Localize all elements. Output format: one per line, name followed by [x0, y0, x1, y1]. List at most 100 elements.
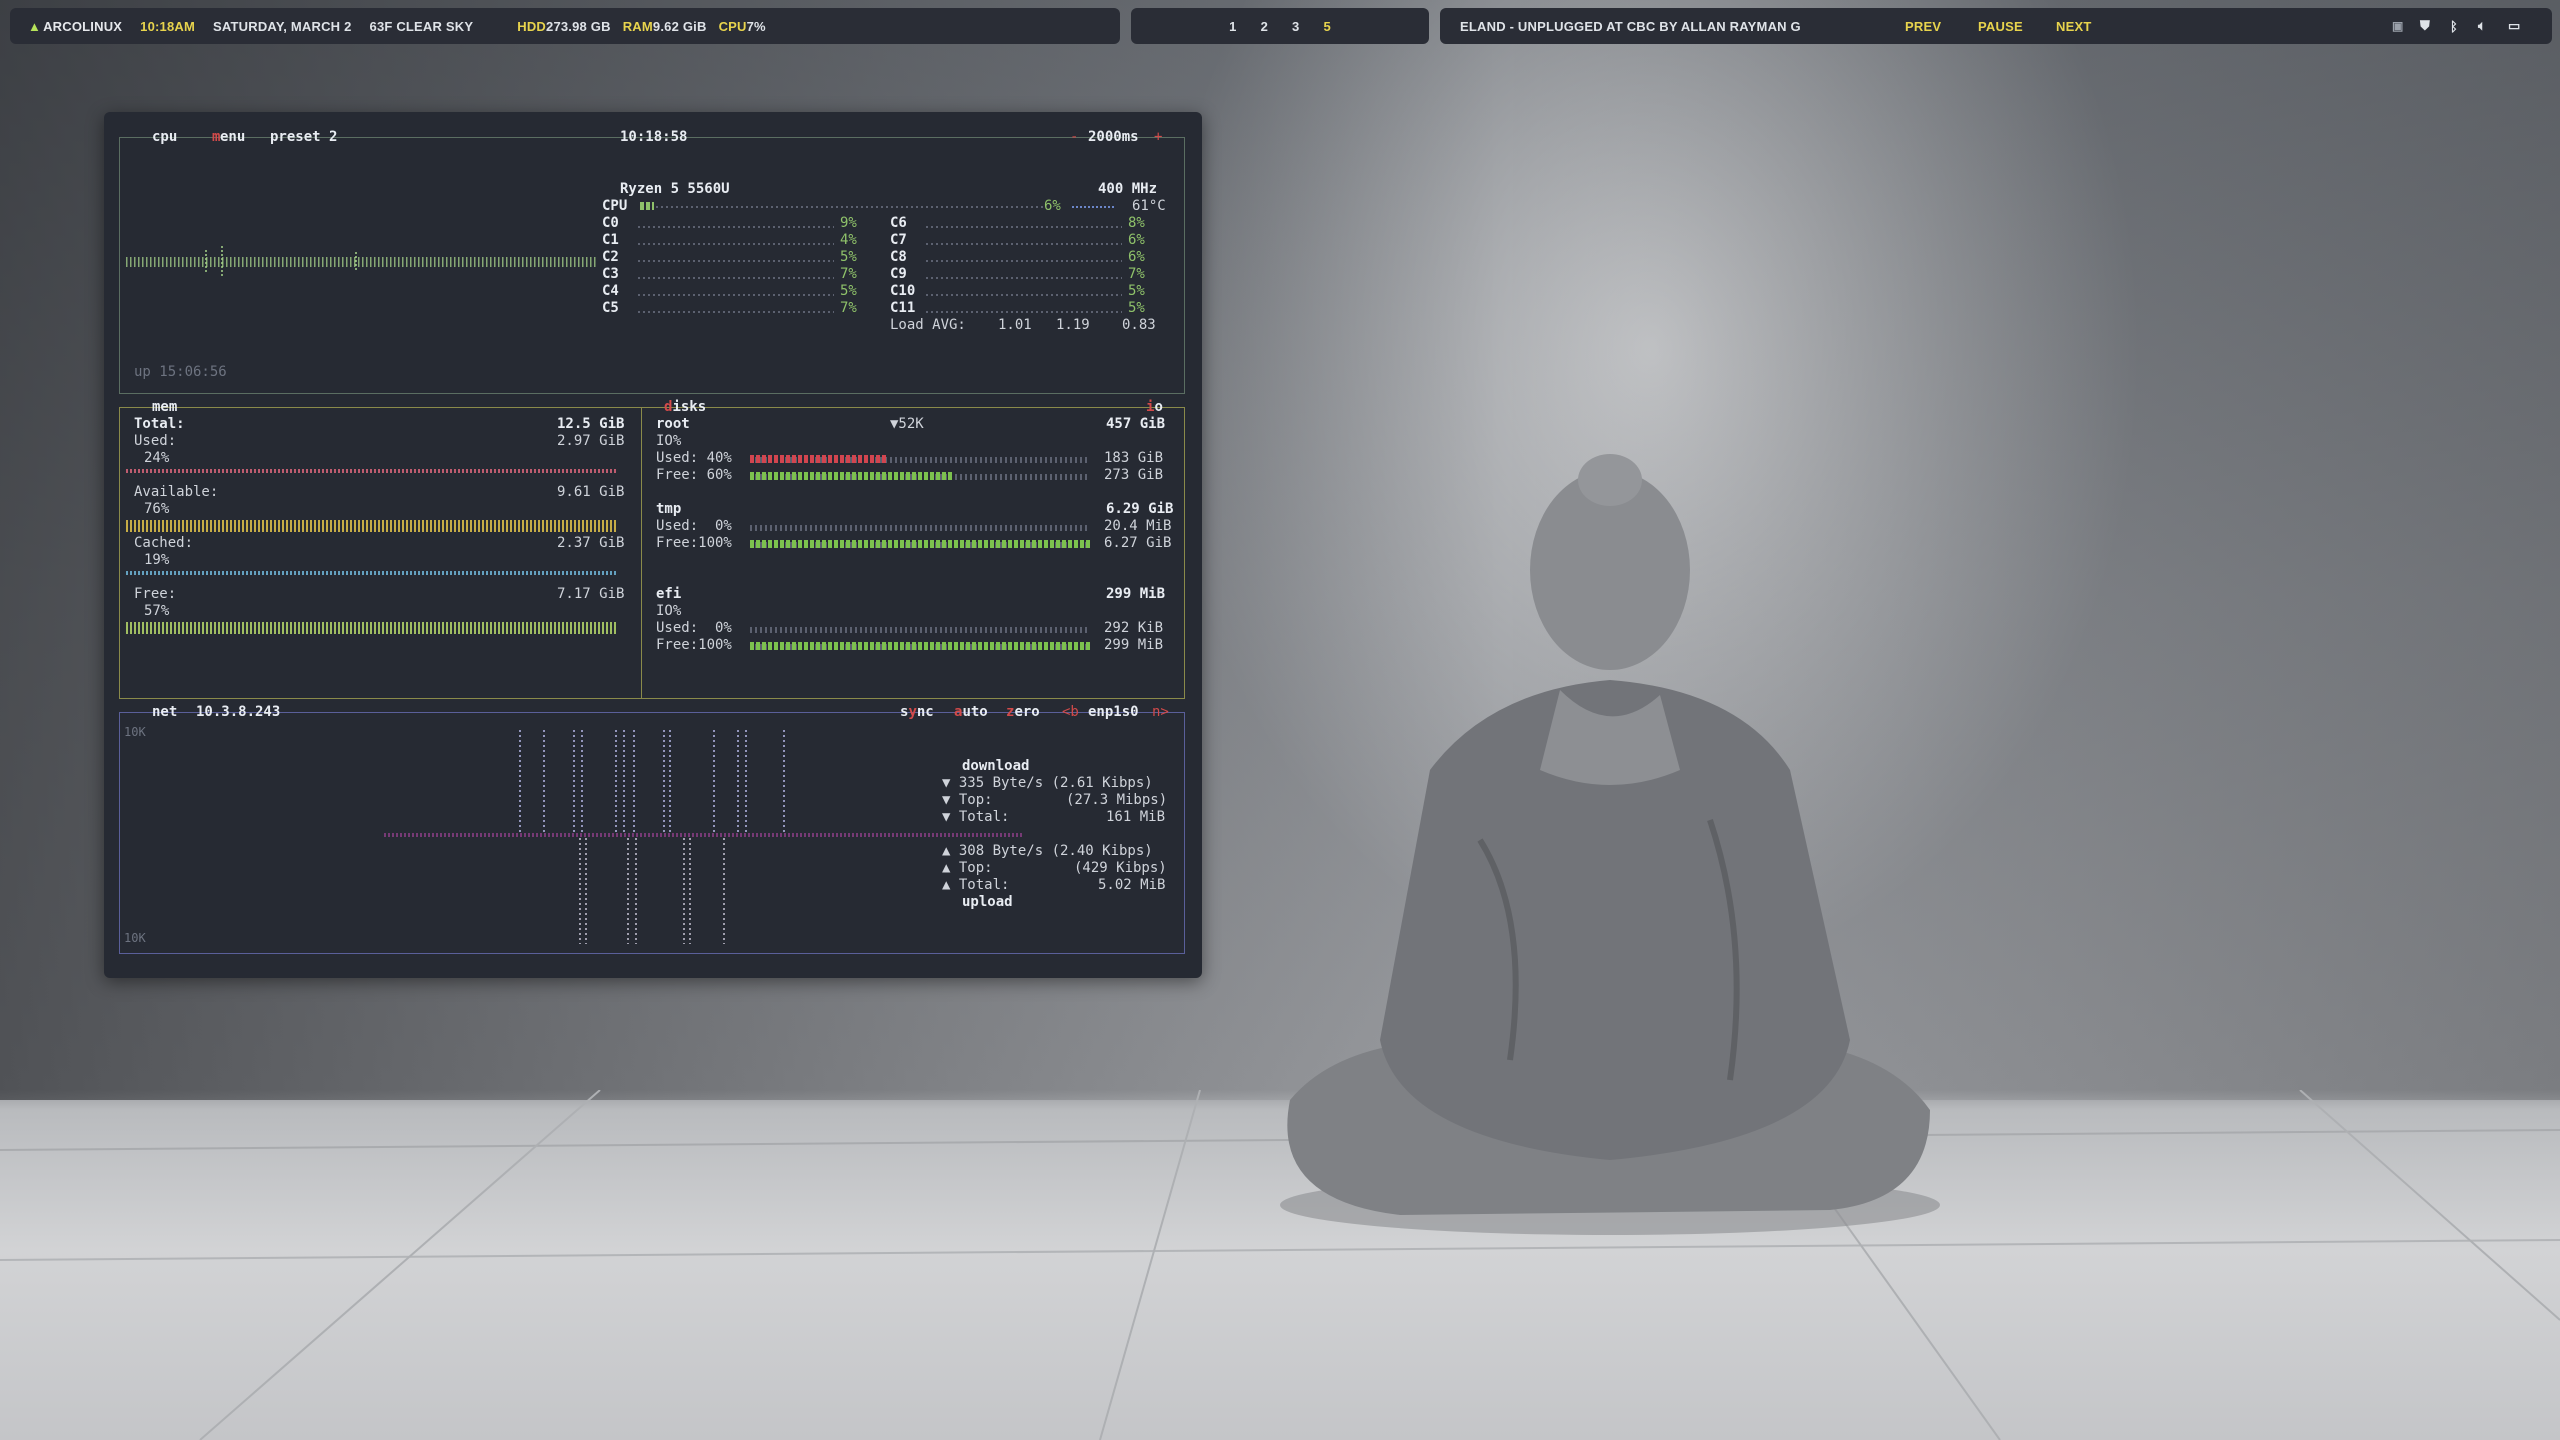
download-top-label: Top:: [958, 792, 993, 808]
mem-available-label: Available:: [134, 484, 219, 500]
cpu-core-name: C7: [890, 232, 907, 248]
cpu-temp: 61°C: [1132, 198, 1166, 214]
disk-used-value: 292 KiB: [1104, 620, 1164, 636]
cpu-core-pct: 6%: [1128, 249, 1145, 265]
shield-icon[interactable]: ⛊: [2420, 18, 2430, 34]
mem-free-graph: [126, 622, 616, 634]
cpu-core-pct: 5%: [840, 283, 857, 299]
zero-toggle[interactable]: zero: [1006, 704, 1040, 721]
load-avg-5: 1.19: [1056, 317, 1090, 333]
workspace-5-active[interactable]: 5: [1323, 19, 1330, 34]
auto-toggle[interactable]: auto: [954, 704, 988, 721]
cpu-core-pct: 8%: [1128, 215, 1145, 231]
prev-interface-button[interactable]: <b: [1062, 704, 1079, 721]
disk-used-label: Used: 0%: [656, 620, 732, 636]
next-interface-button[interactable]: n>: [1152, 704, 1169, 721]
mem-cached-pct: 19%: [144, 552, 170, 568]
cpu-core-name: C9: [890, 266, 907, 282]
cpu-total-label: CPU: [602, 198, 628, 214]
arcolinux-logo-icon[interactable]: ▲: [28, 19, 41, 34]
workspace-2[interactable]: 2: [1261, 19, 1268, 34]
mem-used-label: Used:: [134, 433, 177, 449]
interval-increase-button[interactable]: +: [1154, 129, 1162, 146]
top-bar-left: ▲ ARCOLINUX 10:18AM SATURDAY, MARCH 2 63…: [10, 8, 1120, 44]
upload-total-label: Total:: [958, 877, 1010, 893]
ram-value: 9.62 GiB: [652, 18, 707, 34]
cpu-frequency: 400 MHz: [1098, 181, 1158, 197]
net-traffic-graph: [384, 730, 1024, 944]
cpu-core-name: C3: [602, 266, 619, 282]
mem-used-pct: 24%: [144, 450, 170, 466]
logo-label[interactable]: ARCOLINUX: [43, 19, 122, 34]
btop-terminal-window[interactable]: cpu mmenu enu preset 2 10:18:58 - 2000ms…: [104, 112, 1202, 978]
cpu-core-pct: 7%: [840, 300, 857, 316]
cpu-core-name: C11: [890, 300, 916, 316]
disk-name: efi: [656, 586, 682, 602]
load-avg-1: 1.01: [998, 317, 1032, 333]
disk-free-meter: [750, 642, 1090, 650]
cpu-core-bar: [926, 260, 1122, 262]
load-avg-15: 0.83: [1122, 317, 1156, 333]
mem-used-graph: [126, 469, 616, 473]
mem-cached-graph: [126, 571, 616, 575]
cpu-title[interactable]: cpu: [152, 129, 177, 146]
cpu-usage-graph: [126, 246, 596, 276]
workspace-1[interactable]: 1: [1229, 19, 1236, 34]
upload-total: ▲ Total:: [942, 877, 1010, 893]
disk-free-label: Free: 60%: [656, 467, 732, 483]
display-icon[interactable]: ▭: [2508, 18, 2520, 34]
sync-toggle[interactable]: sync: [900, 704, 934, 721]
cpu-core-bar: [638, 260, 834, 262]
workspace-3[interactable]: 3: [1292, 19, 1299, 34]
net-interface: enp1s0: [1088, 704, 1139, 720]
cpu-core-bar: [926, 226, 1122, 228]
disks-label: isks: [672, 399, 707, 415]
app-icon[interactable]: ▣: [2392, 19, 2404, 33]
disk-name: tmp: [656, 501, 682, 517]
disk-free-value: 299 MiB: [1104, 637, 1164, 653]
interval-decrease-button[interactable]: -: [1070, 129, 1078, 146]
cpu-core-bar: [638, 226, 834, 228]
upload-total-value: 5.02 MiB: [1098, 877, 1166, 893]
prev-button[interactable]: PREV: [1905, 19, 1941, 34]
next-button[interactable]: NEXT: [2056, 19, 2091, 34]
disk-used-label: Used: 0%: [656, 518, 732, 534]
weather: 63F CLEAR SKY: [369, 18, 474, 34]
disk-free-value: 6.27 GiB: [1104, 535, 1172, 551]
now-playing: ELAND - UNPLUGGED AT CBC BY ALLAN RAYMAN…: [1460, 18, 1801, 34]
cpu-core-pct: 7%: [840, 266, 857, 282]
cpu-core-pct: 5%: [840, 249, 857, 265]
net-title[interactable]: net: [152, 704, 177, 721]
disk-free-label: Free:100%: [656, 535, 732, 551]
cpu-model: Ryzen 5 5560U: [620, 181, 730, 197]
disk-io-label: IO%: [656, 603, 682, 619]
cpu-value: 7%: [746, 18, 766, 34]
mem-available-pct: 76%: [144, 501, 170, 517]
pause-button[interactable]: PAUSE: [1978, 19, 2023, 34]
clock-date: SATURDAY, MARCH 2: [213, 18, 352, 34]
ram-label: RAM: [622, 18, 653, 34]
workspace-bar: 1 2 3 5: [1131, 8, 1429, 44]
cpu-core-name: C0: [602, 215, 619, 231]
disks-title[interactable]: disks: [664, 399, 706, 416]
cpu-label: CPU: [718, 18, 747, 34]
cpu-core-name: C4: [602, 283, 619, 299]
upload-top-value: (429 Kibps): [1074, 860, 1167, 876]
cpu-core-bar: [926, 243, 1122, 245]
cpu-core-name: C10: [890, 283, 916, 299]
net-scale-bottom: 10K: [124, 931, 146, 945]
net-scale-top: 10K: [124, 725, 146, 739]
cpu-clock: 10:18:58: [620, 129, 688, 145]
io-toggle[interactable]: io: [1146, 399, 1163, 416]
bluetooth-icon[interactable]: ᛒ: [2450, 19, 2458, 34]
mem-title[interactable]: mem: [152, 399, 177, 416]
load-avg-label: Load AVG:: [890, 317, 966, 333]
cpu-core-name: C5: [602, 300, 619, 316]
interval-value: 2000ms: [1088, 129, 1139, 145]
disk-used-track: [750, 627, 1090, 633]
volume-icon[interactable]: 🔈︎: [2478, 18, 2486, 34]
preset-button[interactable]: preset 2: [270, 129, 337, 146]
hdd-value: 273.98 GB: [546, 18, 611, 34]
disk-size: 6.29 GiB: [1106, 501, 1174, 517]
mem-total-label: Total:: [134, 416, 185, 432]
